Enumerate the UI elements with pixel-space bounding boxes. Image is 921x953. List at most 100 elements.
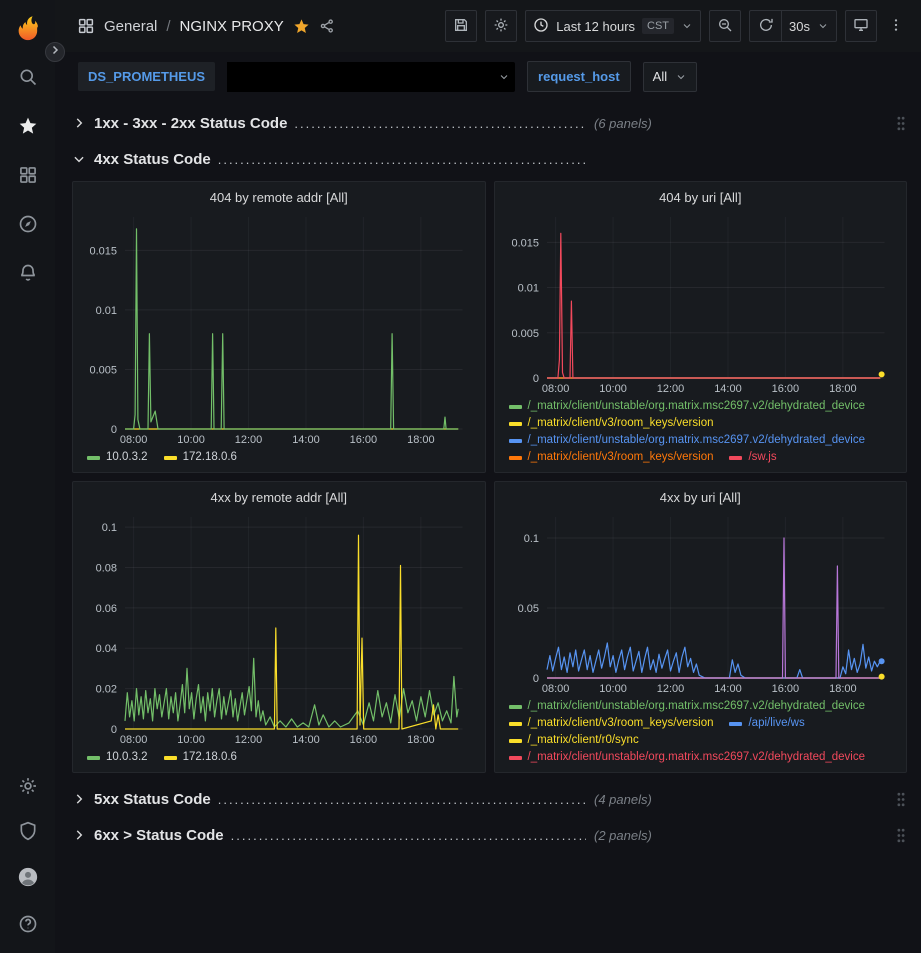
breadcrumb-separator: / <box>166 18 170 35</box>
breadcrumb: General / NGINX PROXY <box>77 17 335 35</box>
favorite-star-icon[interactable] <box>293 18 310 35</box>
sidebar-item-starred[interactable] <box>17 117 39 139</box>
sidebar-item-server-admin[interactable] <box>17 822 39 844</box>
request-host-variable-select[interactable]: All <box>643 62 697 92</box>
svg-text:0.005: 0.005 <box>511 328 539 340</box>
legend-item[interactable]: /_matrix/client/v3/room_keys/version <box>509 449 714 466</box>
timeseries-chart[interactable]: 00.020.040.060.080.108:0010:0012:0014:00… <box>79 509 475 746</box>
row-dots: ........................................… <box>218 792 586 807</box>
panel-title[interactable]: 404 by uri [All] <box>495 182 907 207</box>
svg-text:0.01: 0.01 <box>517 283 538 295</box>
row-dots: ........................................… <box>218 152 586 167</box>
legend-item[interactable]: /_matrix/client/r0/sync <box>509 732 639 749</box>
row-6xx-status-code[interactable]: 6xx > Status Code ......................… <box>72 821 907 849</box>
zoom-out-button[interactable] <box>709 10 741 42</box>
series-color-swatch <box>509 722 522 726</box>
svg-text:08:00: 08:00 <box>541 383 569 395</box>
monitor-icon <box>853 17 869 36</box>
apps-grid-icon[interactable] <box>77 17 95 35</box>
legend-item[interactable]: /_matrix/client/v3/room_keys/version <box>509 415 714 432</box>
legend-row: /_matrix/client/unstable/org.matrix.msc2… <box>509 698 897 715</box>
refresh-interval-dropdown[interactable]: 30s <box>781 10 837 42</box>
timezone-badge: CST <box>642 18 674 34</box>
save-dashboard-button[interactable] <box>445 10 477 42</box>
datasource-variable-select[interactable] <box>227 62 515 92</box>
timeseries-chart[interactable]: 00.0050.010.01508:0010:0012:0014:0016:00… <box>501 209 897 395</box>
dashboard-settings-button[interactable] <box>485 10 517 42</box>
sidebar-item-explore[interactable] <box>17 215 39 237</box>
row-panel-count: (4 panels) <box>594 792 652 807</box>
svg-text:18:00: 18:00 <box>829 683 857 695</box>
gear-icon <box>18 776 38 801</box>
refresh-button[interactable] <box>749 10 781 42</box>
legend-item[interactable]: 172.18.0.6 <box>164 749 237 766</box>
svg-text:14:00: 14:00 <box>714 683 742 695</box>
legend-item[interactable]: /_matrix/client/unstable/org.matrix.msc2… <box>509 749 866 766</box>
timeseries-chart[interactable]: 00.0050.010.01508:0010:0012:0014:0016:00… <box>79 209 475 446</box>
series-color-swatch <box>509 405 522 409</box>
top-navbar: General / NGINX PROXY <box>55 0 921 52</box>
sidebar-item-profile[interactable] <box>15 867 40 892</box>
chevron-right-icon <box>72 828 86 842</box>
row-1xx-3xx-2xx-status-code[interactable]: 1xx - 3xx - 2xx Status Code ............… <box>72 109 907 137</box>
row-4xx-status-code[interactable]: 4xx Status Code ........................… <box>72 145 907 173</box>
row-drag-handle[interactable] <box>895 115 907 132</box>
shield-icon <box>18 821 38 846</box>
series-label: /sw.js <box>748 449 776 466</box>
zoom-out-icon <box>717 17 733 36</box>
row-drag-handle[interactable] <box>895 827 907 844</box>
row-title: 4xx Status Code <box>94 151 211 168</box>
refresh-controls: 30s <box>749 10 837 42</box>
svg-text:16:00: 16:00 <box>771 383 799 395</box>
panel-title[interactable]: 4xx by uri [All] <box>495 482 907 507</box>
more-options-button[interactable] <box>885 10 907 42</box>
time-range-label: Last 12 hours <box>556 19 635 34</box>
sidebar-item-dashboards[interactable] <box>17 166 39 188</box>
legend-item[interactable]: /_matrix/client/unstable/org.matrix.msc2… <box>509 432 866 449</box>
row-drag-handle[interactable] <box>895 791 907 808</box>
time-range-picker[interactable]: Last 12 hours CST <box>525 10 701 42</box>
legend-item[interactable]: 10.0.3.2 <box>87 749 148 766</box>
breadcrumb-folder[interactable]: General <box>104 18 157 35</box>
legend-item[interactable]: 172.18.0.6 <box>164 449 237 466</box>
chevron-down-icon <box>817 20 829 32</box>
sidebar-item-search[interactable] <box>17 68 39 90</box>
legend-item[interactable]: /_matrix/client/unstable/org.matrix.msc2… <box>509 398 866 415</box>
svg-text:0.01: 0.01 <box>96 305 117 317</box>
svg-text:12:00: 12:00 <box>656 383 684 395</box>
legend-item[interactable]: 10.0.3.2 <box>87 449 148 466</box>
sidebar-item-configuration[interactable] <box>17 777 39 799</box>
expand-sidebar-button[interactable] <box>45 42 65 62</box>
row-5xx-status-code[interactable]: 5xx Status Code ........................… <box>72 785 907 813</box>
series-label: /_matrix/client/unstable/org.matrix.msc2… <box>528 698 866 715</box>
legend-row: /_matrix/client/v3/room_keys/version/api… <box>509 715 897 732</box>
series-label: /api/live/ws <box>748 715 804 732</box>
legend-item[interactable]: /api/live/ws <box>729 715 804 732</box>
grafana-logo[interactable] <box>13 12 43 42</box>
svg-text:16:00: 16:00 <box>771 683 799 695</box>
cycle-view-button[interactable] <box>845 10 877 42</box>
share-icon[interactable] <box>319 18 335 34</box>
panel-title[interactable]: 404 by remote addr [All] <box>73 182 485 207</box>
svg-text:0.06: 0.06 <box>96 603 117 615</box>
series-color-swatch <box>87 756 100 760</box>
refresh-interval-value: 30s <box>789 19 810 34</box>
sidebar-item-alerting[interactable] <box>17 264 39 286</box>
chart-legend: 10.0.3.2 172.18.0.6 <box>79 746 475 766</box>
timeseries-chart[interactable]: 00.050.108:0010:0012:0014:0016:0018:00 <box>501 509 897 695</box>
series-color-swatch <box>729 722 742 726</box>
panels-grid: 404 by remote addr [All] 00.0050.010.015… <box>72 181 907 773</box>
clock-icon <box>533 17 549 36</box>
legend-item[interactable]: /_matrix/client/unstable/org.matrix.msc2… <box>509 698 866 715</box>
row-dots: ........................................… <box>231 828 586 843</box>
row-panel-count: (2 panels) <box>594 828 652 843</box>
legend-item[interactable]: /_matrix/client/v3/room_keys/version <box>509 715 714 732</box>
sidebar-item-help[interactable] <box>17 915 39 937</box>
dashboard-title[interactable]: NGINX PROXY <box>180 18 284 35</box>
legend-item[interactable]: /sw.js <box>729 449 776 466</box>
panel-title[interactable]: 4xx by remote addr [All] <box>73 482 485 507</box>
chevron-right-icon <box>72 116 86 130</box>
nav-sidebar <box>0 0 55 953</box>
search-icon <box>18 67 38 92</box>
datasource-value-redacted <box>227 62 498 92</box>
